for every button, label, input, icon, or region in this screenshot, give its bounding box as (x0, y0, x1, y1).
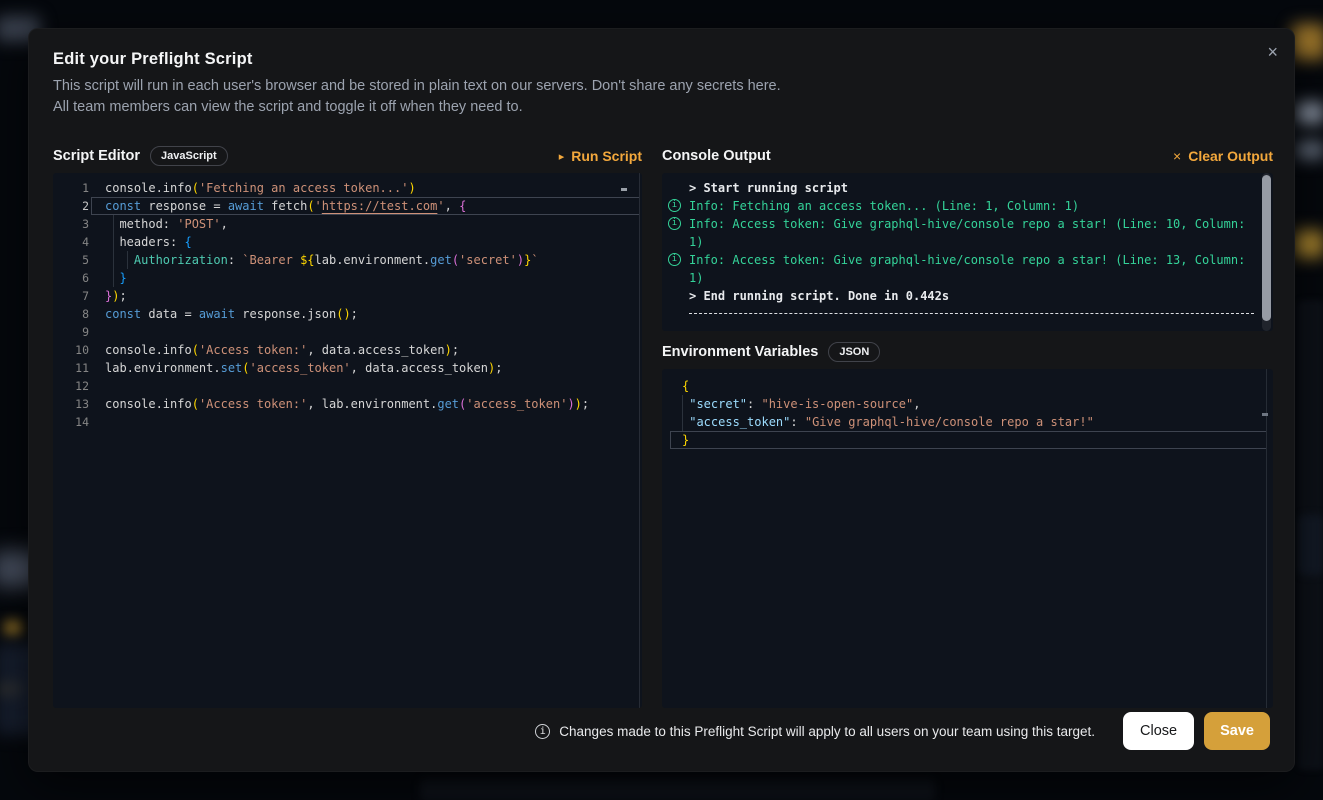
modal-description-line1: This script will run in each user's brow… (53, 78, 781, 94)
preflight-script-modal: × Edit your Preflight Script This script… (28, 28, 1295, 772)
background-blur-shape (1294, 230, 1323, 258)
console-output-panel: > Start running script i Info: Fetching an… (662, 173, 1273, 331)
environment-variables-header: Environment Variables JSON (662, 340, 1273, 364)
script-editor-content[interactable]: 1console.info('Fetching an access token.… (53, 173, 642, 431)
background-blur-shape (1299, 515, 1323, 575)
clear-output-label: Clear Output (1188, 148, 1273, 164)
code-line[interactable]: 3 method: 'POST', (53, 215, 642, 233)
editor-scroll-track (1266, 369, 1267, 708)
script-editor[interactable]: 1console.info('Fetching an access token.… (53, 173, 642, 708)
page-title: Edit your Preflight Script (53, 50, 253, 69)
overview-ruler-mark (621, 188, 627, 191)
json-badge: JSON (828, 342, 880, 362)
console-separator (689, 313, 1254, 314)
line-number: 13 (53, 395, 89, 413)
code-line[interactable]: 14 (53, 413, 642, 431)
line-number: 5 (53, 251, 89, 269)
code-line[interactable]: 8const data = await response.json(); (53, 305, 642, 323)
modal-description-line2: All team members can view the script and… (53, 99, 523, 115)
env-line[interactable]: "access_token": "Give graphql-hive/conso… (662, 413, 1273, 431)
run-script-label: Run Script (571, 148, 642, 164)
console-entry-text: > Start running script (689, 179, 1254, 197)
console-heading: Console Output (662, 148, 771, 164)
console-output-content: > Start running script i Info: Fetching an… (662, 173, 1273, 314)
console-icon-spacer (668, 305, 681, 314)
close-button[interactable]: Close (1123, 712, 1194, 750)
info-icon: i (668, 253, 681, 266)
line-number: 7 (53, 287, 89, 305)
environment-variables-editor[interactable]: { "secret": "hive-is-open-source", "acce… (662, 369, 1273, 708)
console-icon-spacer (668, 287, 681, 305)
console-entry-text: Info: Fetching an access token... (Line:… (689, 197, 1254, 215)
console-entry-text: > End running script. Done in 0.442s (689, 287, 1254, 305)
console-entry-text: Info: Access token: Give graphql-hive/co… (689, 215, 1254, 251)
background-blur-shape (1292, 24, 1323, 60)
console-entry: > End running script. Done in 0.442s (662, 287, 1273, 305)
clear-icon: × (1173, 148, 1181, 164)
line-number: 10 (53, 341, 89, 359)
code-line[interactable]: 9 (53, 323, 642, 341)
console-scrollbar[interactable] (1262, 175, 1271, 321)
overview-ruler-mark (1262, 413, 1268, 416)
script-editor-header: Script Editor JavaScript ▸ Run Script (53, 144, 642, 168)
clear-output-button[interactable]: × Clear Output (1173, 148, 1273, 164)
console-entry: i Info: Access token: Give graphql-hive/c… (662, 251, 1273, 287)
run-script-button[interactable]: ▸ Run Script (559, 148, 642, 164)
line-number: 11 (53, 359, 89, 377)
save-button[interactable]: Save (1204, 712, 1270, 750)
console-entry-text: Info: Access token: Give graphql-hive/co… (689, 251, 1254, 287)
info-icon: i (668, 199, 681, 212)
line-number: 14 (53, 413, 89, 431)
background-blur-shape (1296, 141, 1323, 159)
console-separator-row (662, 305, 1273, 314)
console-header: Console Output × Clear Output (662, 144, 1273, 168)
env-line[interactable]: { (662, 377, 1273, 395)
line-number: 4 (53, 233, 89, 251)
code-line[interactable]: 7}); (53, 287, 642, 305)
code-line[interactable]: 11lab.environment.set('access_token', da… (53, 359, 642, 377)
modal-footer: i Changes made to this Preflight Script … (53, 712, 1270, 750)
console-icon-spacer (668, 179, 681, 197)
info-icon: i (535, 724, 550, 739)
line-number: 1 (53, 179, 89, 197)
environment-variables-heading: Environment Variables (662, 344, 818, 360)
code-line[interactable]: 13console.info('Access token:', lab.envi… (53, 395, 642, 413)
line-number: 2 (53, 197, 89, 215)
footer-note-text: Changes made to this Preflight Script wi… (559, 724, 1095, 739)
code-line[interactable]: 6 } (53, 269, 642, 287)
line-number: 12 (53, 377, 89, 395)
line-number: 8 (53, 305, 89, 323)
code-line[interactable]: 2const response = await fetch('https://t… (53, 197, 642, 215)
code-line[interactable]: 10console.info('Access token:', data.acc… (53, 341, 642, 359)
environment-variables-content[interactable]: { "secret": "hive-is-open-source", "acce… (662, 369, 1273, 449)
indent-guide (113, 215, 114, 287)
indent-guide (682, 395, 683, 431)
code-line[interactable]: 5 Authorization: `Bearer ${lab.environme… (53, 251, 642, 269)
footer-note: i Changes made to this Preflight Script … (535, 724, 1095, 739)
javascript-badge: JavaScript (150, 146, 228, 166)
editor-scroll-track (639, 173, 640, 708)
play-icon: ▸ (559, 150, 565, 163)
close-icon[interactable]: × (1267, 43, 1278, 61)
code-line[interactable]: 1console.info('Fetching an access token.… (53, 179, 642, 197)
info-icon: i (668, 217, 681, 230)
env-line[interactable]: "secret": "hive-is-open-source", (662, 395, 1273, 413)
line-number: 6 (53, 269, 89, 287)
indent-guide (127, 251, 128, 269)
background-blur-shape (1296, 102, 1323, 124)
line-number: 3 (53, 215, 89, 233)
background-blur-shape (420, 779, 935, 800)
env-line[interactable]: } (662, 431, 1273, 449)
background-blur-shape (4, 620, 22, 636)
console-entry: > Start running script (662, 179, 1273, 197)
console-entry: i Info: Fetching an access token... (Line… (662, 197, 1273, 215)
line-number: 9 (53, 323, 89, 341)
code-line[interactable]: 4 headers: { (53, 233, 642, 251)
code-line[interactable]: 12 (53, 377, 642, 395)
console-entry: i Info: Access token: Give graphql-hive/c… (662, 215, 1273, 251)
script-editor-heading: Script Editor (53, 148, 140, 164)
